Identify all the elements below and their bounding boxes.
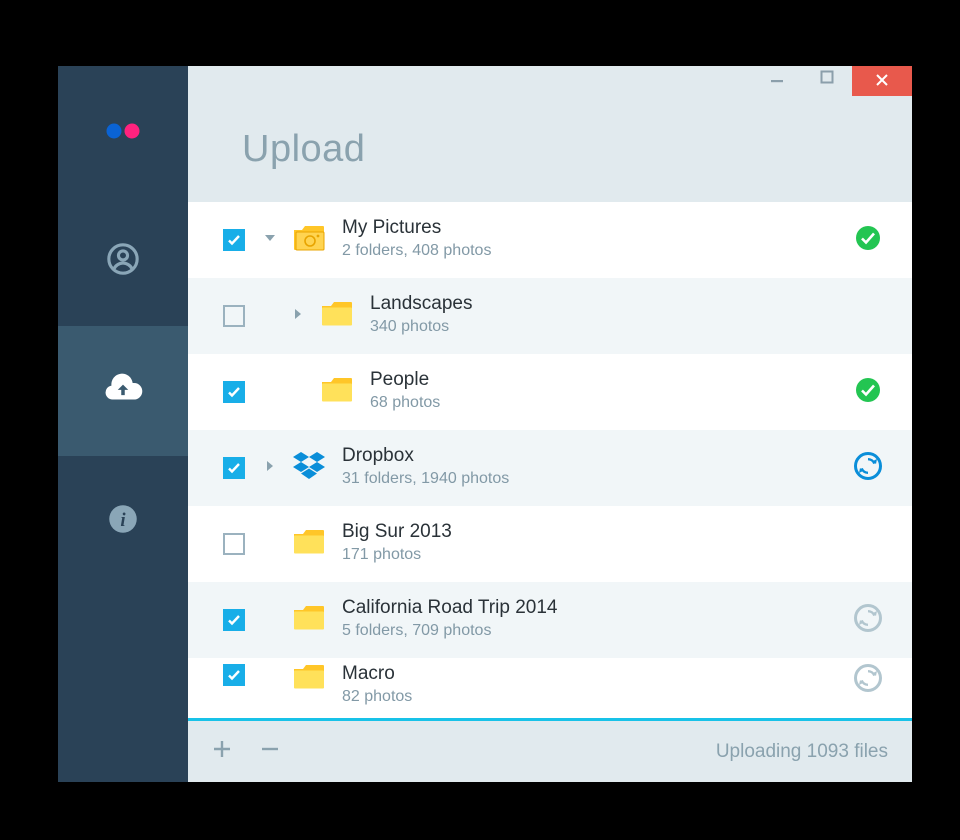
checkbox[interactable] (223, 533, 245, 555)
sidebar-item-info[interactable]: i (58, 456, 188, 586)
folder-title: Landscapes (370, 294, 848, 315)
add-button[interactable] (212, 739, 232, 764)
chevron-right-icon (292, 307, 304, 325)
folder-row[interactable]: California Road Trip 2014 5 folders, 709… (188, 582, 912, 658)
check-circle-icon (855, 225, 881, 256)
camera-folder-icon (292, 224, 326, 257)
folder-title: California Road Trip 2014 (342, 598, 848, 619)
remove-button[interactable] (260, 739, 280, 764)
maximize-button[interactable] (802, 66, 852, 92)
folder-row[interactable]: Dropbox 31 folders, 1940 photos (188, 430, 912, 506)
app-window: i Uplo (58, 66, 912, 782)
close-icon (875, 71, 889, 92)
checkbox[interactable] (223, 457, 245, 479)
checkbox[interactable] (223, 609, 245, 631)
info-icon: i (108, 504, 138, 539)
expand-toggle[interactable] (256, 459, 284, 477)
chevron-down-icon (264, 231, 276, 249)
folder-row[interactable]: My Pictures 2 folders, 408 photos (188, 202, 912, 278)
sync-icon (854, 664, 882, 697)
checkbox[interactable] (223, 664, 245, 686)
folder-subtitle: 31 folders, 1940 photos (342, 469, 848, 490)
folder-row[interactable]: Macro 82 photos (188, 658, 912, 714)
sync-icon (854, 452, 882, 485)
close-button[interactable] (852, 66, 912, 96)
checkbox[interactable] (223, 305, 245, 327)
folder-list: My Pictures 2 folders, 408 photos (188, 202, 912, 718)
folder-subtitle: 5 folders, 709 photos (342, 621, 848, 642)
upload-status: Uploading 1093 files (716, 741, 888, 763)
folder-icon (321, 377, 353, 408)
sidebar-item-upload[interactable] (58, 326, 188, 456)
checkbox[interactable] (223, 381, 245, 403)
page-title: Upload (242, 128, 365, 171)
folder-title: Dropbox (342, 446, 848, 467)
folder-row[interactable]: People 68 photos (188, 354, 912, 430)
folder-title: People (370, 370, 848, 391)
folder-icon (321, 301, 353, 332)
window-controls (188, 66, 912, 96)
page-header: Upload (188, 96, 912, 202)
svg-text:i: i (120, 509, 126, 530)
main-panel: Upload (188, 66, 912, 782)
checkbox[interactable] (223, 229, 245, 251)
check-circle-icon (855, 377, 881, 408)
app-logo (105, 66, 141, 196)
folder-row[interactable]: Big Sur 2013 171 photos (188, 506, 912, 582)
profile-icon (106, 242, 140, 281)
footer: Uploading 1093 files (188, 718, 912, 782)
cloud-upload-icon (102, 368, 144, 415)
folder-subtitle: 68 photos (370, 393, 848, 414)
folder-icon (293, 529, 325, 560)
folder-row[interactable]: Landscapes 340 photos (188, 278, 912, 354)
plus-icon (212, 746, 232, 763)
folder-title: My Pictures (342, 218, 848, 239)
chevron-right-icon (264, 459, 276, 477)
folder-title: Macro (342, 664, 848, 685)
folder-subtitle: 82 photos (342, 687, 848, 708)
folder-subtitle: 2 folders, 408 photos (342, 241, 848, 262)
sidebar-item-profile[interactable] (58, 196, 188, 326)
folder-title: Big Sur 2013 (342, 522, 848, 543)
sidebar: i (58, 66, 188, 782)
folder-subtitle: 340 photos (370, 317, 848, 338)
expand-toggle[interactable] (256, 231, 284, 249)
maximize-icon (820, 70, 834, 89)
dropbox-icon (292, 451, 326, 486)
minimize-button[interactable] (752, 66, 802, 92)
folder-icon (293, 605, 325, 636)
expand-toggle[interactable] (284, 307, 312, 325)
minus-icon (260, 746, 280, 763)
sync-icon (854, 604, 882, 637)
sidebar-nav: i (58, 196, 188, 586)
folder-icon (293, 664, 325, 695)
folder-subtitle: 171 photos (342, 545, 848, 566)
minimize-icon (770, 70, 784, 89)
